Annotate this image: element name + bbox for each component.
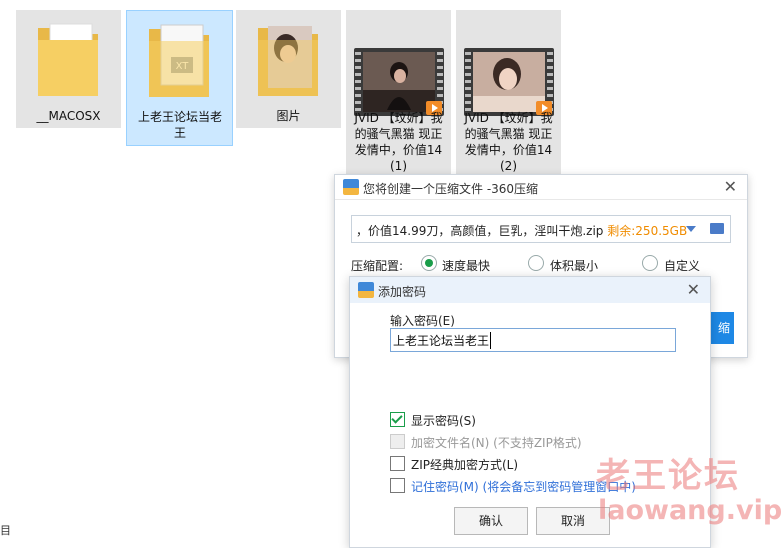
- password-input[interactable]: 上老王论坛当老王: [390, 328, 676, 352]
- file-tile-video-2[interactable]: JVID 【玟妡】我的骚气黑猫 现正发情中，价值14 (2): [456, 10, 561, 178]
- option-fastest-label: 速度最快: [442, 259, 491, 273]
- file-tile-folder-selected[interactable]: XT 上老王论坛当老王: [126, 10, 233, 146]
- close-icon[interactable]: ✕: [687, 282, 700, 298]
- video-thumbnail-icon: [354, 48, 444, 116]
- encrypt-filenames-checkbox[interactable]: [390, 434, 405, 449]
- file-tile-pictures[interactable]: 图片: [236, 10, 341, 128]
- file-label: JVID 【玟妡】我的骚气黑猫 现正发情中，价值14 (1): [354, 111, 443, 173]
- folder-txt-icon: XT: [149, 24, 209, 97]
- browse-folder-icon[interactable]: [710, 223, 724, 234]
- folder-photo-icon: [258, 26, 318, 96]
- file-label: 上老王论坛当老王: [137, 110, 222, 140]
- password-input-label: 输入密码(E): [390, 314, 455, 328]
- free-space-label: 剩余:250.5GB: [607, 224, 688, 238]
- remember-password-checkbox[interactable]: [390, 478, 405, 493]
- file-tile-video-1[interactable]: JVID 【玟妡】我的骚气黑猫 现正发情中，价值14 (1): [346, 10, 451, 178]
- option-smallest-label: 体积最小: [550, 259, 599, 273]
- show-password-checkbox[interactable]: [390, 412, 405, 427]
- ok-button[interactable]: 确认: [454, 507, 528, 535]
- file-label: JVID 【玟妡】我的骚气黑猫 现正发情中，价值14 (2): [464, 111, 553, 173]
- file-label: __MACOSX: [36, 109, 101, 123]
- video-thumbnail-icon: [464, 48, 554, 116]
- close-icon[interactable]: ✕: [724, 179, 737, 195]
- show-password-label: 显示密码(S): [411, 414, 476, 428]
- chevron-down-icon[interactable]: [686, 226, 696, 232]
- app-360zip-icon: [358, 282, 374, 298]
- radio-custom[interactable]: [642, 255, 658, 271]
- file-tile-macosx[interactable]: __MACOSX: [16, 10, 121, 128]
- file-label: 图片: [276, 109, 301, 123]
- radio-smallest[interactable]: [528, 255, 544, 271]
- folder-icon: [38, 23, 98, 96]
- app-360zip-icon: [343, 179, 359, 195]
- radio-fastest[interactable]: [421, 255, 437, 271]
- dialog-title: 您将创建一个压缩文件 -360压缩: [363, 182, 539, 196]
- watermark-text: 老王论坛: [596, 456, 740, 496]
- output-path-text: ，价值14.99刀，高颜值，巨乳，淫叫干炮.zip: [356, 224, 604, 238]
- option-custom-label: 自定义: [664, 259, 701, 273]
- config-label: 压缩配置:: [351, 259, 404, 273]
- encrypt-filenames-label: 加密文件名(N) (不支持ZIP格式): [411, 436, 582, 450]
- output-path-field[interactable]: ，价值14.99刀，高颜值，巨乳，淫叫干炮.zip 剩余:250.5GB: [351, 215, 731, 243]
- password-value: 上老王论坛当老王: [393, 332, 492, 349]
- dialog-title: 添加密码: [378, 285, 427, 299]
- zip-classic-label: ZIP经典加密方式(L): [411, 458, 519, 472]
- dialog-titlebar: 您将创建一个压缩文件 -360压缩 ✕: [335, 175, 747, 200]
- zip-classic-checkbox[interactable]: [390, 456, 405, 471]
- dialog-titlebar: 添加密码 ✕: [350, 277, 710, 303]
- watermark-url: laowang.vip: [598, 495, 782, 526]
